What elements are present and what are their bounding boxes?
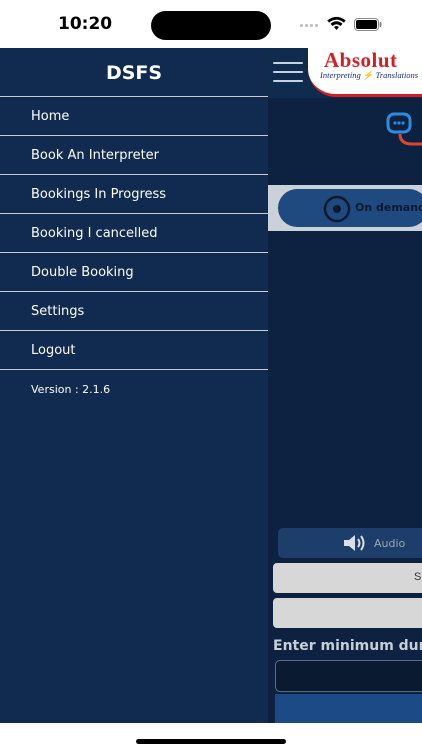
battery-icon xyxy=(354,18,382,31)
status-bar: 10:20 xyxy=(0,0,422,48)
wifi-icon xyxy=(327,16,346,30)
hamburger-icon[interactable] xyxy=(273,62,303,84)
company-logo: Absolut Interpreting ⚡ Translations xyxy=(308,48,422,97)
menu-item-double-booking[interactable]: Double Booking xyxy=(0,253,268,292)
side-drawer: DSFS Home Book An Interpreter Bookings I… xyxy=(0,48,268,723)
drawer-menu: Home Book An Interpreter Bookings In Pro… xyxy=(0,96,268,370)
menu-item-settings[interactable]: Settings xyxy=(0,292,268,331)
service-select[interactable] xyxy=(273,563,422,593)
audio-label: Audio xyxy=(374,537,406,550)
submit-button[interactable] xyxy=(275,694,422,723)
status-time: 10:20 xyxy=(58,14,113,34)
logo-subtitle: Interpreting ⚡ Translations xyxy=(320,70,419,80)
language-select[interactable] xyxy=(273,598,422,628)
dynamic-island xyxy=(151,11,271,40)
menu-item-home[interactable]: Home xyxy=(0,97,268,136)
menu-item-bookings-in-progress[interactable]: Bookings In Progress xyxy=(0,175,268,214)
drawer-title: DSFS xyxy=(105,62,163,84)
speaker-icon xyxy=(344,535,365,551)
app-version: Version : 2.1.6 xyxy=(31,383,111,396)
min-duration-label: Enter minimum dura xyxy=(273,638,422,654)
home-indicator-area xyxy=(0,723,422,750)
menu-item-booking-cancelled[interactable]: Booking I cancelled xyxy=(0,214,268,253)
menu-item-book-interpreter[interactable]: Book An Interpreter xyxy=(0,136,268,175)
chat-icon xyxy=(386,112,422,146)
menu-item-logout[interactable]: Logout xyxy=(0,331,268,370)
home-indicator[interactable] xyxy=(136,739,286,744)
target-icon xyxy=(323,195,351,223)
cellular-signal-icon xyxy=(300,24,318,27)
service-select-label: S xyxy=(414,571,422,583)
duration-input[interactable] xyxy=(275,660,422,692)
on-demand-label: On demand xyxy=(355,201,422,214)
